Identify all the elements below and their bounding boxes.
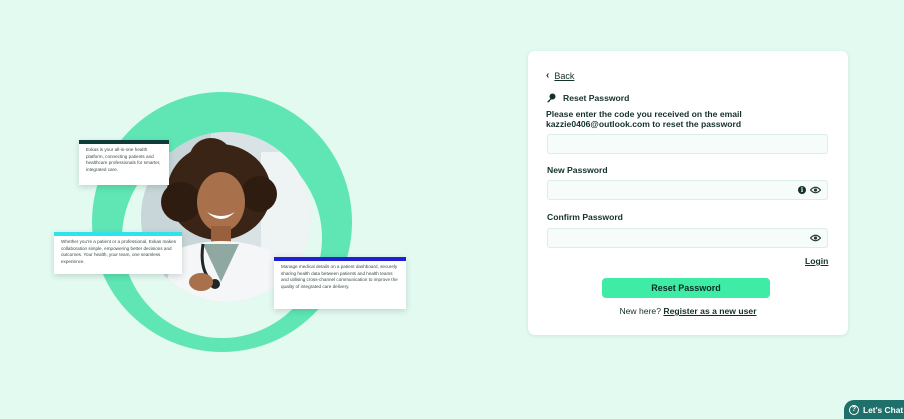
back-link[interactable]: ‹ Back <box>546 70 574 81</box>
register-link[interactable]: Register as a new user <box>663 306 756 316</box>
new-password-field <box>547 180 828 201</box>
card-accent-bar <box>54 232 182 236</box>
eye-icon <box>810 234 821 242</box>
reset-password-page: Exkas is your all-in-one health platform… <box>0 0 904 419</box>
instructions-line: Please enter the code you received on th… <box>546 109 742 119</box>
form-title: Reset Password <box>546 93 629 103</box>
eye-icon <box>810 186 821 194</box>
card-accent-bar <box>79 140 169 144</box>
back-label: Back <box>554 70 575 81</box>
card-accent-bar <box>274 257 406 261</box>
info-card-platform: Exkas is your all-in-one health platform… <box>79 140 169 185</box>
chat-button[interactable]: ? Let's Chat <box>844 400 904 419</box>
instructions: Please enter the code you received on th… <box>546 109 836 129</box>
info-card-text: Exkas is your all-in-one health platform… <box>86 147 161 172</box>
new-password-label: New Password <box>547 165 608 175</box>
confirm-password-field <box>547 228 828 249</box>
info-card-collaboration: Whether you're a patient or a profession… <box>54 232 182 274</box>
show-password-toggle[interactable] <box>810 186 821 194</box>
confirm-password-input[interactable] <box>548 230 827 249</box>
info-card-dashboard: Manage medical details on a patient dash… <box>274 257 406 309</box>
info-card-text: Whether you're a patient or a profession… <box>61 239 177 264</box>
instructions-line: kazzie0406@outlook.com to reset the pass… <box>546 119 742 129</box>
chevron-left-icon: ‹ <box>546 70 550 81</box>
confirm-password-label: Confirm Password <box>547 212 623 222</box>
help-icon: ? <box>849 404 859 415</box>
code-field <box>547 134 828 155</box>
login-link[interactable]: Login <box>805 256 828 266</box>
key-icon <box>547 93 556 103</box>
code-input[interactable] <box>548 136 827 155</box>
info-card-text: Manage medical details on a patient dash… <box>281 264 398 289</box>
register-prompt: New here? Register as a new user <box>528 306 848 316</box>
info-icon[interactable]: i <box>798 186 806 194</box>
form-title-text: Reset Password <box>563 93 630 103</box>
register-prompt-text: New here? <box>619 306 661 316</box>
chat-label: Let's Chat <box>863 404 904 415</box>
reset-password-button[interactable]: Reset Password <box>602 278 770 298</box>
new-password-input[interactable] <box>548 182 827 201</box>
show-confirm-password-toggle[interactable] <box>810 234 821 242</box>
